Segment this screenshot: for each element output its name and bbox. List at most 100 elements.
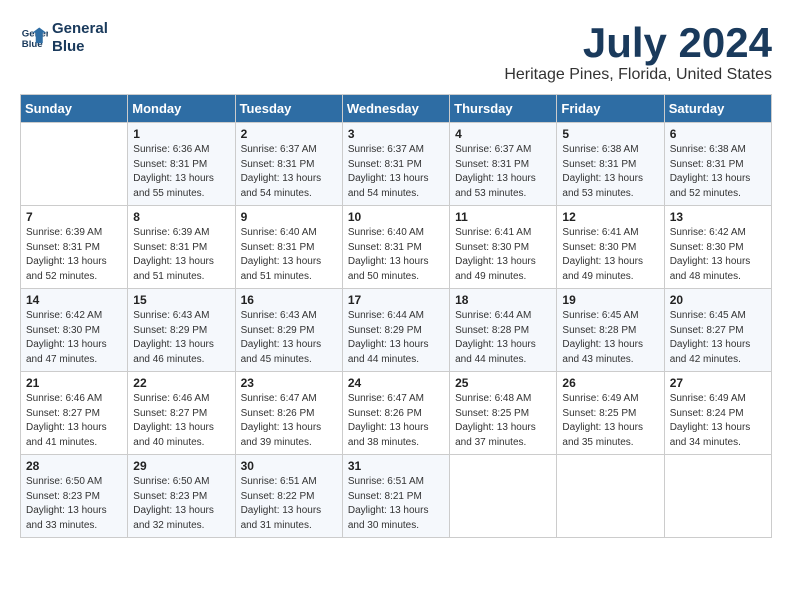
calendar-cell: 1 Sunrise: 6:36 AMSunset: 8:31 PMDaylight…	[128, 123, 235, 206]
calendar-cell	[450, 455, 557, 538]
day-info: Sunrise: 6:38 AMSunset: 8:31 PMDaylight:…	[670, 143, 766, 201]
day-number: 3	[348, 127, 444, 141]
location-title: Heritage Pines, Florida, United States	[504, 66, 772, 84]
day-info: Sunrise: 6:46 AMSunset: 8:27 PMDaylight:…	[133, 392, 229, 450]
day-info: Sunrise: 6:40 AMSunset: 8:31 PMDaylight:…	[348, 226, 444, 284]
calendar-cell: 2 Sunrise: 6:37 AMSunset: 8:31 PMDaylight…	[235, 123, 342, 206]
calendar-cell	[21, 123, 128, 206]
day-number: 5	[562, 127, 658, 141]
day-info: Sunrise: 6:44 AMSunset: 8:28 PMDaylight:…	[455, 309, 551, 367]
day-number: 11	[455, 210, 551, 224]
calendar-cell: 26 Sunrise: 6:49 AMSunset: 8:25 PMDayligh…	[557, 372, 664, 455]
day-number: 10	[348, 210, 444, 224]
calendar-cell: 21Sunrise: 6:46 AMSunset: 8:27 PMDayligh…	[21, 372, 128, 455]
calendar-cell	[557, 455, 664, 538]
calendar-cell: 30 Sunrise: 6:51 AMSunset: 8:22 PMDayligh…	[235, 455, 342, 538]
day-of-week-header: Tuesday	[235, 95, 342, 123]
day-number: 7	[26, 210, 122, 224]
month-title: July 2024	[504, 20, 772, 66]
day-number: 22	[133, 376, 229, 390]
calendar-cell: 22 Sunrise: 6:46 AMSunset: 8:27 PMDayligh…	[128, 372, 235, 455]
calendar-cell: 20 Sunrise: 6:45 AMSunset: 8:27 PMDayligh…	[664, 289, 771, 372]
day-info: Sunrise: 6:47 AMSunset: 8:26 PMDaylight:…	[348, 392, 444, 450]
day-number: 15	[133, 293, 229, 307]
day-info: Sunrise: 6:41 AMSunset: 8:30 PMDaylight:…	[455, 226, 551, 284]
day-of-week-header: Sunday	[21, 95, 128, 123]
calendar-cell: 27 Sunrise: 6:49 AMSunset: 8:24 PMDayligh…	[664, 372, 771, 455]
day-number: 17	[348, 293, 444, 307]
day-number: 1	[133, 127, 229, 141]
calendar-cell: 24Sunrise: 6:47 AMSunset: 8:26 PMDayligh…	[342, 372, 449, 455]
calendar-cell: 29 Sunrise: 6:50 AMSunset: 8:23 PMDayligh…	[128, 455, 235, 538]
day-of-week-header: Saturday	[664, 95, 771, 123]
day-info: Sunrise: 6:51 AMSunset: 8:22 PMDaylight:…	[241, 475, 337, 533]
day-number: 27	[670, 376, 766, 390]
calendar-cell: 6 Sunrise: 6:38 AMSunset: 8:31 PMDaylight…	[664, 123, 771, 206]
day-number: 16	[241, 293, 337, 307]
calendar-cell: 3 Sunrise: 6:37 AMSunset: 8:31 PMDaylight…	[342, 123, 449, 206]
day-info: Sunrise: 6:42 AMSunset: 8:30 PMDaylight:…	[670, 226, 766, 284]
day-number: 29	[133, 459, 229, 473]
day-number: 2	[241, 127, 337, 141]
calendar-cell: 23 Sunrise: 6:47 AMSunset: 8:26 PMDayligh…	[235, 372, 342, 455]
day-number: 14	[26, 293, 122, 307]
calendar-cell: 19Sunrise: 6:45 AMSunset: 8:28 PMDayligh…	[557, 289, 664, 372]
logo-icon: General Blue	[20, 24, 48, 52]
calendar-cell: 7 Sunrise: 6:39 AMSunset: 8:31 PMDaylight…	[21, 206, 128, 289]
day-info: Sunrise: 6:48 AMSunset: 8:25 PMDaylight:…	[455, 392, 551, 450]
day-number: 6	[670, 127, 766, 141]
day-number: 31	[348, 459, 444, 473]
day-info: Sunrise: 6:37 AMSunset: 8:31 PMDaylight:…	[241, 143, 337, 201]
day-info: Sunrise: 6:51 AMSunset: 8:21 PMDaylight:…	[348, 475, 444, 533]
calendar-cell: 28 Sunrise: 6:50 AMSunset: 8:23 PMDayligh…	[21, 455, 128, 538]
day-info: Sunrise: 6:43 AMSunset: 8:29 PMDaylight:…	[133, 309, 229, 367]
calendar-cell	[664, 455, 771, 538]
header: General Blue General Blue July 2024 Heri…	[20, 20, 772, 84]
day-info: Sunrise: 6:49 AMSunset: 8:25 PMDaylight:…	[562, 392, 658, 450]
day-info: Sunrise: 6:39 AMSunset: 8:31 PMDaylight:…	[133, 226, 229, 284]
day-number: 13	[670, 210, 766, 224]
logo-text-line2: Blue	[52, 38, 108, 56]
calendar-cell: 16Sunrise: 6:43 AMSunset: 8:29 PMDayligh…	[235, 289, 342, 372]
day-of-week-header: Wednesday	[342, 95, 449, 123]
day-number: 4	[455, 127, 551, 141]
day-info: Sunrise: 6:40 AMSunset: 8:31 PMDaylight:…	[241, 226, 337, 284]
day-number: 8	[133, 210, 229, 224]
day-number: 23	[241, 376, 337, 390]
day-info: Sunrise: 6:37 AMSunset: 8:31 PMDaylight:…	[455, 143, 551, 201]
day-number: 30	[241, 459, 337, 473]
calendar-table: SundayMondayTuesdayWednesdayThursdayFrid…	[20, 94, 772, 538]
day-info: Sunrise: 6:47 AMSunset: 8:26 PMDaylight:…	[241, 392, 337, 450]
day-number: 28	[26, 459, 122, 473]
calendar-cell: 8 Sunrise: 6:39 AMSunset: 8:31 PMDaylight…	[128, 206, 235, 289]
day-number: 9	[241, 210, 337, 224]
day-number: 25	[455, 376, 551, 390]
day-number: 18	[455, 293, 551, 307]
calendar-cell: 17Sunrise: 6:44 AMSunset: 8:29 PMDayligh…	[342, 289, 449, 372]
day-of-week-header: Friday	[557, 95, 664, 123]
day-of-week-header: Thursday	[450, 95, 557, 123]
calendar-cell: 5Sunrise: 6:38 AMSunset: 8:31 PMDaylight…	[557, 123, 664, 206]
day-info: Sunrise: 6:36 AMSunset: 8:31 PMDaylight:…	[133, 143, 229, 201]
day-info: Sunrise: 6:49 AMSunset: 8:24 PMDaylight:…	[670, 392, 766, 450]
day-number: 26	[562, 376, 658, 390]
day-number: 19	[562, 293, 658, 307]
day-info: Sunrise: 6:37 AMSunset: 8:31 PMDaylight:…	[348, 143, 444, 201]
day-info: Sunrise: 6:45 AMSunset: 8:27 PMDaylight:…	[670, 309, 766, 367]
calendar-cell: 4 Sunrise: 6:37 AMSunset: 8:31 PMDaylight…	[450, 123, 557, 206]
calendar-cell: 14Sunrise: 6:42 AMSunset: 8:30 PMDayligh…	[21, 289, 128, 372]
svg-text:General: General	[22, 28, 48, 39]
day-info: Sunrise: 6:50 AMSunset: 8:23 PMDaylight:…	[133, 475, 229, 533]
day-number: 20	[670, 293, 766, 307]
calendar-cell: 9 Sunrise: 6:40 AMSunset: 8:31 PMDaylight…	[235, 206, 342, 289]
calendar-cell: 15 Sunrise: 6:43 AMSunset: 8:29 PMDayligh…	[128, 289, 235, 372]
title-area: July 2024 Heritage Pines, Florida, Unite…	[504, 20, 772, 84]
day-info: Sunrise: 6:41 AMSunset: 8:30 PMDaylight:…	[562, 226, 658, 284]
day-info: Sunrise: 6:39 AMSunset: 8:31 PMDaylight:…	[26, 226, 122, 284]
calendar-cell: 10 Sunrise: 6:40 AMSunset: 8:31 PMDayligh…	[342, 206, 449, 289]
calendar-cell: 13 Sunrise: 6:42 AMSunset: 8:30 PMDayligh…	[664, 206, 771, 289]
day-info: Sunrise: 6:50 AMSunset: 8:23 PMDaylight:…	[26, 475, 122, 533]
day-info: Sunrise: 6:46 AMSunset: 8:27 PMDaylight:…	[26, 392, 122, 450]
day-number: 12	[562, 210, 658, 224]
calendar-cell: 31 Sunrise: 6:51 AMSunset: 8:21 PMDayligh…	[342, 455, 449, 538]
